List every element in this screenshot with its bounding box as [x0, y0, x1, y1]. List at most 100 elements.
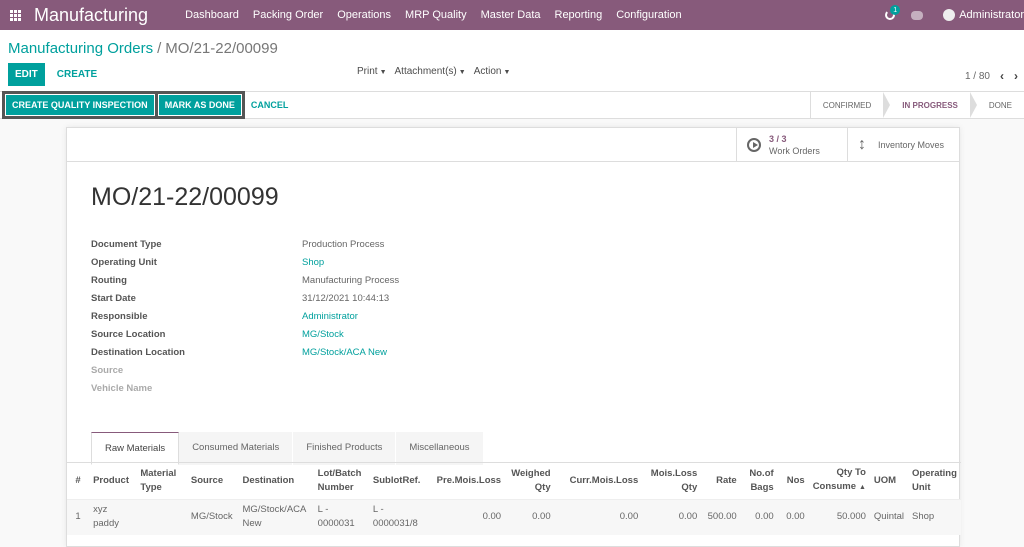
- col-lot-batch[interactable]: Lot/Batch Number: [314, 463, 369, 499]
- cell-index: 1: [67, 499, 90, 535]
- arrows-vertical-icon: ↕: [858, 135, 866, 153]
- apps-menu-icon[interactable]: [0, 0, 30, 30]
- app-title[interactable]: Manufacturing: [34, 5, 148, 26]
- field-destination-location: Destination Location MG/Stock/ACA New: [91, 343, 511, 361]
- attachments-dropdown[interactable]: Attachment(s) ▼: [395, 66, 466, 77]
- field-label: Responsible: [91, 310, 148, 322]
- user-menu[interactable]: Administrator: [959, 9, 1024, 21]
- menu-item-operations[interactable]: Operations: [330, 9, 398, 21]
- breadcrumb-separator: /: [157, 40, 162, 57]
- messaging-icon[interactable]: [911, 10, 924, 20]
- col-index[interactable]: #: [67, 463, 89, 499]
- col-destination[interactable]: Destination: [238, 463, 313, 499]
- mark-as-done-button[interactable]: MARK AS DONE: [158, 95, 241, 115]
- work-orders-count: 3 / 3: [769, 133, 787, 144]
- main-menu: Dashboard Packing Order Operations MRP Q…: [178, 9, 689, 21]
- cell-product: xyz paddy: [89, 499, 137, 535]
- table-row[interactable]: 1 xyz paddy MG/Stock MG/Stock/ACA New L …: [67, 499, 961, 535]
- highlight-box-quality: CREATE QUALITY INSPECTION: [2, 91, 158, 119]
- field-label: Document Type: [91, 238, 162, 250]
- field-source: Source: [91, 361, 511, 379]
- col-source[interactable]: Source: [187, 463, 239, 499]
- stage-confirmed[interactable]: CONFIRMED: [811, 92, 883, 118]
- cell-nos: 0.00: [777, 499, 809, 535]
- col-qty-to-consume[interactable]: Qty To Consume ▲: [809, 463, 870, 499]
- col-uom[interactable]: UOM: [870, 463, 908, 499]
- edit-button[interactable]: EDIT: [8, 63, 45, 86]
- create-button[interactable]: CREATE: [45, 63, 109, 86]
- tab-miscellaneous[interactable]: Miscellaneous: [396, 432, 484, 465]
- inventory-moves-button[interactable]: ↕ Inventory Moves: [847, 128, 959, 161]
- col-mois-loss-qty[interactable]: Mois.Loss Qty: [642, 463, 701, 499]
- breadcrumb-current: MO/21-22/00099: [165, 40, 278, 57]
- cell-qty-to-consume: 50.000: [808, 499, 870, 535]
- tab-consumed-materials[interactable]: Consumed Materials: [179, 432, 294, 465]
- print-dropdown[interactable]: Print ▼: [357, 66, 387, 77]
- col-pre-mois-loss[interactable]: Pre.Mois.Loss: [430, 463, 505, 499]
- field-label: Destination Location: [91, 346, 185, 358]
- tab-finished-products[interactable]: Finished Products: [293, 432, 397, 465]
- cell-pre-mois-loss: 0.00: [429, 499, 506, 535]
- inventory-moves-label: Inventory Moves: [878, 139, 945, 150]
- stage-in-progress[interactable]: IN PROGRESS: [890, 92, 970, 118]
- cell-weighed-qty: 0.00: [505, 499, 555, 535]
- stage-done[interactable]: DONE: [977, 92, 1024, 118]
- field-value-link[interactable]: Administrator: [302, 311, 358, 322]
- action-dropdown[interactable]: Action ▼: [474, 66, 511, 77]
- tab-raw-materials[interactable]: Raw Materials: [91, 432, 180, 465]
- menu-item-dashboard[interactable]: Dashboard: [178, 9, 246, 21]
- cancel-button[interactable]: CANCEL: [251, 100, 289, 110]
- cell-uom: Quintal: [869, 499, 909, 535]
- field-label: Operating Unit: [91, 256, 157, 268]
- play-circle-icon: [747, 137, 761, 152]
- form-statusbar: CREATE QUALITY INSPECTION MARK AS DONE C…: [0, 91, 1024, 119]
- col-nos[interactable]: Nos: [778, 463, 809, 499]
- activity-button[interactable]: 1: [879, 0, 901, 30]
- cell-mois-loss-qty: 0.00: [642, 499, 702, 535]
- attachments-label: Attachment(s): [394, 66, 457, 77]
- field-document-type: Document Type Production Process: [91, 235, 511, 253]
- caret-down-icon: ▼: [379, 69, 387, 76]
- smart-button-box: 3 / 3 Work Orders ↕ Inventory Moves: [67, 128, 959, 162]
- user-avatar[interactable]: [943, 9, 956, 21]
- col-rate[interactable]: Rate: [701, 463, 740, 499]
- field-value-link[interactable]: MG/Stock: [302, 329, 344, 340]
- statusbar-buttons: CREATE QUALITY INSPECTION MARK AS DONE C…: [2, 91, 288, 119]
- create-quality-inspection-button[interactable]: CREATE QUALITY INSPECTION: [6, 95, 154, 115]
- breadcrumb-manufacturing-orders[interactable]: Manufacturing Orders: [8, 40, 153, 57]
- col-product[interactable]: Product: [89, 463, 136, 499]
- work-orders-label: Work Orders: [769, 145, 820, 156]
- cell-material-type: [136, 499, 187, 535]
- cell-destination: MG/Stock/ACA New: [238, 499, 314, 535]
- cell-curr-mois-loss: 0.00: [554, 499, 643, 535]
- col-no-of-bags[interactable]: No.of Bags: [741, 463, 778, 499]
- col-material-type[interactable]: Material Type: [136, 463, 187, 499]
- notebook-tabs: Raw Materials Consumed Materials Finishe…: [91, 432, 484, 465]
- cell-operating-unit: Shop: [908, 499, 961, 535]
- menu-item-configuration[interactable]: Configuration: [609, 9, 688, 21]
- field-vehicle-name: Vehicle Name: [91, 379, 511, 397]
- work-orders-button[interactable]: 3 / 3 Work Orders: [736, 128, 847, 161]
- menu-item-master-data[interactable]: Master Data: [474, 9, 548, 21]
- caret-down-icon: ▼: [503, 69, 511, 76]
- top-navbar: Manufacturing Dashboard Packing Order Op…: [0, 0, 1024, 30]
- record-fields: Document Type Production Process Operati…: [91, 235, 511, 397]
- field-value-link[interactable]: Shop: [302, 257, 324, 268]
- form-buttons: EDIT CREATE: [8, 63, 109, 86]
- pager-previous-icon[interactable]: ‹: [1000, 69, 1004, 83]
- highlight-box-done: MARK AS DONE: [154, 91, 245, 119]
- col-sublot-ref[interactable]: SublotRef.: [369, 463, 430, 499]
- menu-item-mrp-quality[interactable]: MRP Quality: [398, 9, 474, 21]
- table-header-row: # Product Material Type Source Destinati…: [67, 463, 961, 499]
- pager-value[interactable]: 1 / 80: [965, 71, 990, 82]
- field-value-link[interactable]: MG/Stock/ACA New: [302, 347, 387, 358]
- pager-next-icon[interactable]: ›: [1014, 69, 1018, 83]
- col-curr-mois-loss[interactable]: Curr.Mois.Loss: [555, 463, 643, 499]
- stage-arrow: [883, 92, 891, 118]
- menu-item-packing-order[interactable]: Packing Order: [246, 9, 330, 21]
- cell-sublot-ref: L - 0000031/8: [368, 499, 430, 535]
- sidebar-dropdowns: Print ▼ Attachment(s) ▼ Action ▼: [357, 66, 510, 77]
- menu-item-reporting[interactable]: Reporting: [548, 9, 610, 21]
- col-weighed-qty[interactable]: Weighed Qty: [505, 463, 555, 499]
- col-operating-unit[interactable]: Operating Unit: [908, 463, 961, 499]
